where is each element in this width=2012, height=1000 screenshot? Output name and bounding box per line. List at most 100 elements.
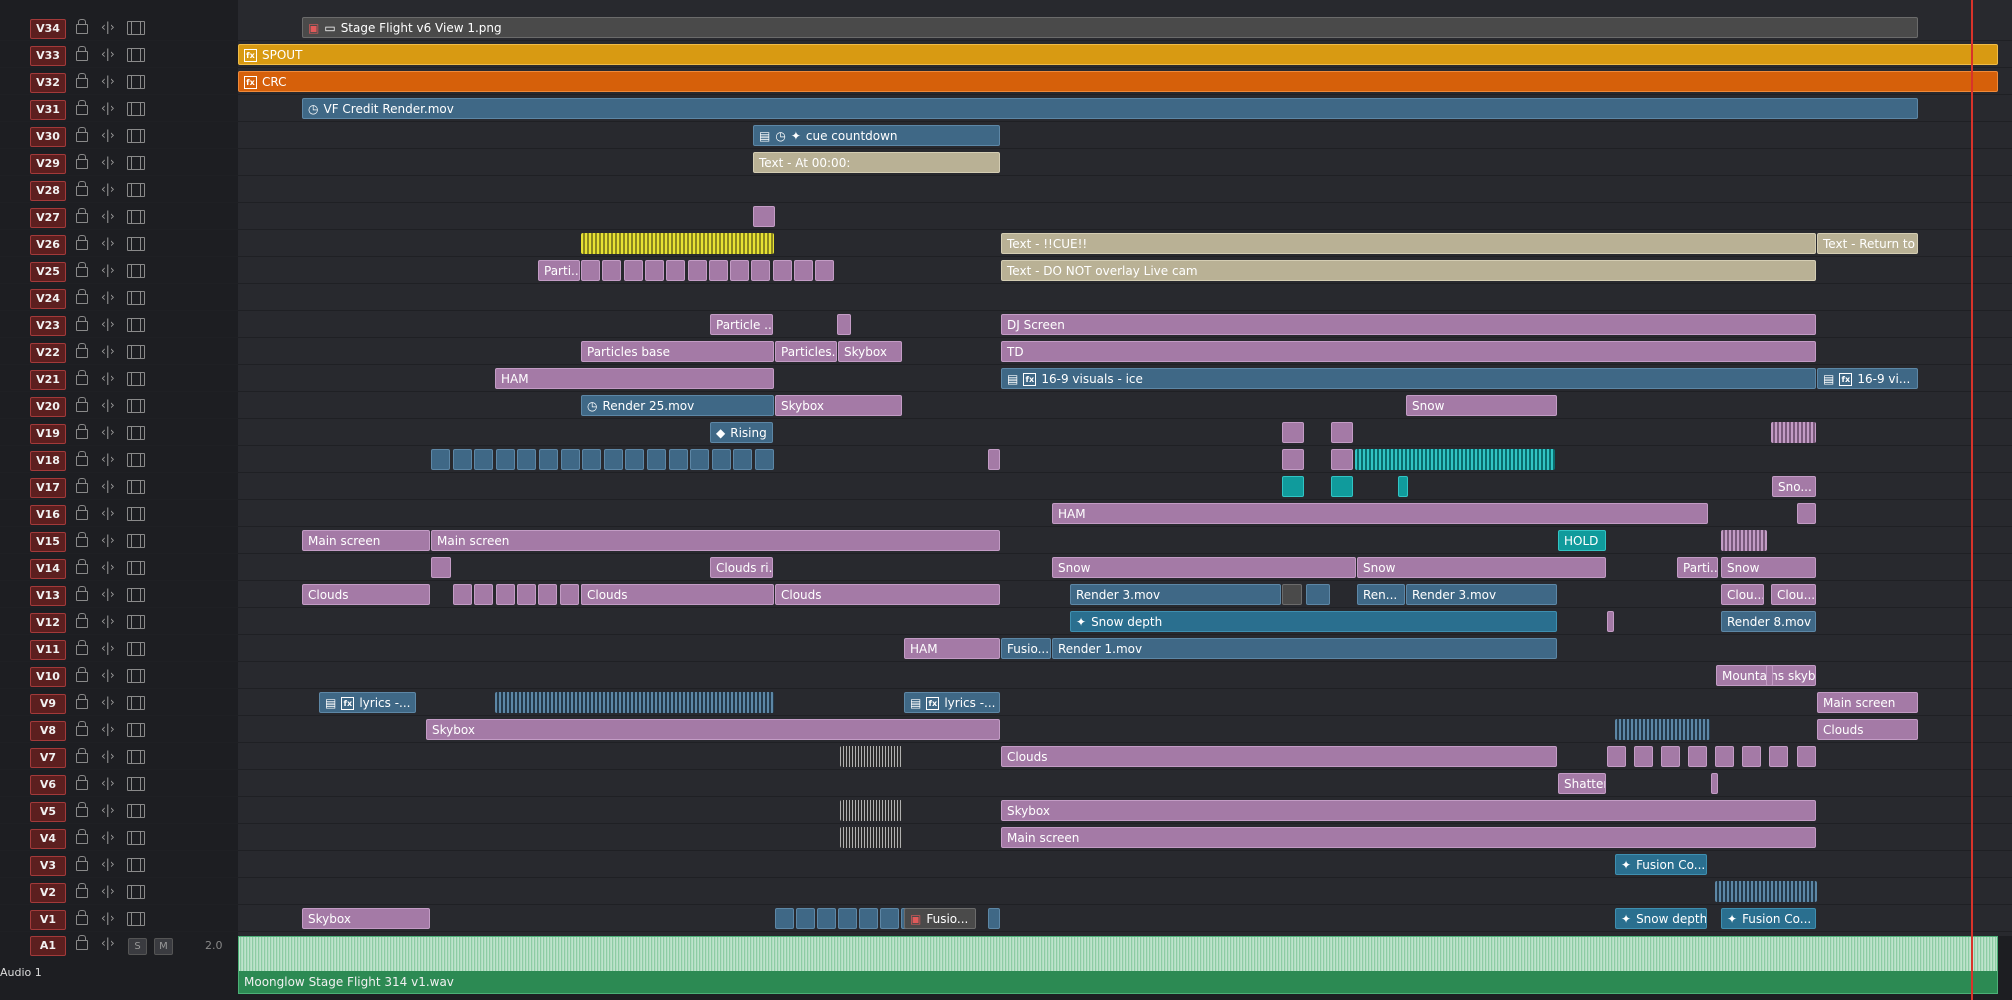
clip-fragment[interactable]	[1398, 476, 1408, 497]
auto-select-icon[interactable]: ‹|›	[101, 533, 115, 547]
clip[interactable]: Snow	[1052, 557, 1356, 578]
clip-segment[interactable]	[730, 260, 750, 281]
clip-segment[interactable]	[1688, 746, 1707, 767]
auto-select-icon[interactable]: ‹|›	[101, 74, 115, 88]
mute-button[interactable]: M	[154, 938, 173, 955]
clip-segment[interactable]	[559, 584, 579, 605]
clip-segment[interactable]	[474, 449, 494, 470]
lock-icon[interactable]	[76, 856, 88, 871]
film-icon[interactable]	[127, 534, 145, 548]
auto-select-icon[interactable]: ‹|›	[101, 182, 115, 196]
clip[interactable]: ▣ ▭ Stage Flight v6 View 1.png	[302, 17, 1918, 38]
clip[interactable]: Main screen	[1001, 827, 1816, 848]
audio-track-badge[interactable]: A1	[30, 936, 66, 956]
film-icon[interactable]	[127, 426, 145, 440]
auto-select-icon[interactable]: ‹|›	[101, 506, 115, 520]
lock-icon[interactable]	[76, 748, 88, 763]
clip-segment[interactable]	[1607, 746, 1626, 767]
auto-select-icon[interactable]: ‹|›	[101, 425, 115, 439]
auto-select-icon[interactable]: ‹|›	[101, 101, 115, 115]
clip-segment[interactable]	[453, 584, 472, 605]
film-icon[interactable]	[127, 183, 145, 197]
auto-select-icon[interactable]: ‹|›	[101, 776, 115, 790]
clip-segment[interactable]	[687, 260, 707, 281]
lock-icon[interactable]	[76, 613, 88, 628]
lock-icon[interactable]	[76, 46, 88, 61]
auto-select-icon[interactable]: ‹|›	[101, 263, 115, 277]
film-icon[interactable]	[127, 750, 145, 764]
lock-icon[interactable]	[76, 235, 88, 250]
track-badge[interactable]: V8	[30, 721, 66, 741]
clip[interactable]: Clouds	[775, 584, 1000, 605]
track-badge[interactable]: V26	[30, 235, 66, 255]
lock-icon[interactable]	[76, 586, 88, 601]
clip-segment[interactable]	[560, 449, 580, 470]
auto-select-icon[interactable]: ‹|›	[101, 47, 115, 61]
clip-fragment[interactable]	[988, 908, 1000, 929]
auto-select-icon[interactable]: ‹|›	[101, 209, 115, 223]
track-badge[interactable]: V15	[30, 532, 66, 552]
lock-icon[interactable]	[76, 397, 88, 412]
lock-icon[interactable]	[76, 910, 88, 925]
clip-segment[interactable]	[517, 449, 537, 470]
clip[interactable]: fx SPOUT	[238, 44, 1998, 65]
clip-fragment[interactable]	[988, 449, 1000, 470]
clip[interactable]: Text - !!CUE!!	[1001, 233, 1816, 254]
film-icon[interactable]	[127, 372, 145, 386]
film-icon[interactable]	[127, 507, 145, 521]
clip-segment[interactable]	[815, 260, 835, 281]
track-badge[interactable]: V3	[30, 856, 66, 876]
clip-fragment[interactable]	[1711, 773, 1718, 794]
clip-fragment[interactable]	[1282, 449, 1304, 470]
track-badge[interactable]: V34	[30, 19, 66, 39]
clip[interactable]: TD	[1001, 341, 1816, 362]
clip-fragment[interactable]	[1607, 611, 1614, 632]
clip[interactable]: ▤ ◷ ✦ cue countdown	[753, 125, 1000, 146]
clip[interactable]: HAM	[495, 368, 774, 389]
auto-select-icon[interactable]: ‹|›	[101, 749, 115, 763]
auto-select-icon[interactable]: ‹|›	[101, 911, 115, 925]
clip[interactable]: ◷ VF Credit Render.mov	[302, 98, 1918, 119]
track-badge[interactable]: V30	[30, 127, 66, 147]
film-icon[interactable]	[127, 723, 145, 737]
clip-fragment[interactable]	[1331, 422, 1353, 443]
clip-segment[interactable]	[495, 584, 515, 605]
track-badge[interactable]: V10	[30, 667, 66, 687]
clip[interactable]: Clou...	[1771, 584, 1816, 605]
track-badge[interactable]: V24	[30, 289, 66, 309]
clip[interactable]: Clouds	[581, 584, 774, 605]
auto-select-icon[interactable]: ‹|›	[101, 884, 115, 898]
lock-icon[interactable]	[76, 640, 88, 655]
clip[interactable]: Parti...	[1677, 557, 1718, 578]
clip[interactable]: ▤ fx 16-9 vi...	[1817, 368, 1918, 389]
dense-clip-group[interactable]	[495, 692, 774, 713]
clip-segment[interactable]	[644, 260, 664, 281]
auto-select-icon[interactable]: ‹|›	[101, 128, 115, 142]
lock-icon[interactable]	[76, 451, 88, 466]
clip[interactable]: ▤ fx lyrics -...	[904, 692, 1000, 713]
film-icon[interactable]	[127, 777, 145, 791]
film-icon[interactable]	[127, 75, 145, 89]
clip[interactable]: Main screen	[302, 530, 430, 551]
lock-icon[interactable]	[76, 505, 88, 520]
film-icon[interactable]	[127, 858, 145, 872]
clip-segment[interactable]	[751, 260, 771, 281]
lock-icon[interactable]	[76, 935, 88, 950]
track-badge[interactable]: V9	[30, 694, 66, 714]
clip-segment[interactable]	[582, 449, 602, 470]
clip[interactable]: Render 8.mov	[1721, 611, 1816, 632]
clip[interactable]: Text - Return to ...	[1817, 233, 1918, 254]
clip[interactable]: ▤ fx 16-9 visuals - ice	[1001, 368, 1816, 389]
clip-segment[interactable]	[1742, 746, 1761, 767]
auto-select-icon[interactable]: ‹|›	[101, 344, 115, 358]
clip-segment[interactable]	[1634, 746, 1653, 767]
lock-icon[interactable]	[76, 694, 88, 709]
film-icon[interactable]	[127, 264, 145, 278]
clip-segment[interactable]	[625, 449, 645, 470]
lock-icon[interactable]	[76, 316, 88, 331]
clip[interactable]: ✦ Snow depth	[1615, 908, 1707, 929]
film-icon[interactable]	[127, 615, 145, 629]
clip-segment[interactable]	[623, 260, 643, 281]
clip[interactable]: Snow	[1357, 557, 1606, 578]
track-badge[interactable]: V6	[30, 775, 66, 795]
